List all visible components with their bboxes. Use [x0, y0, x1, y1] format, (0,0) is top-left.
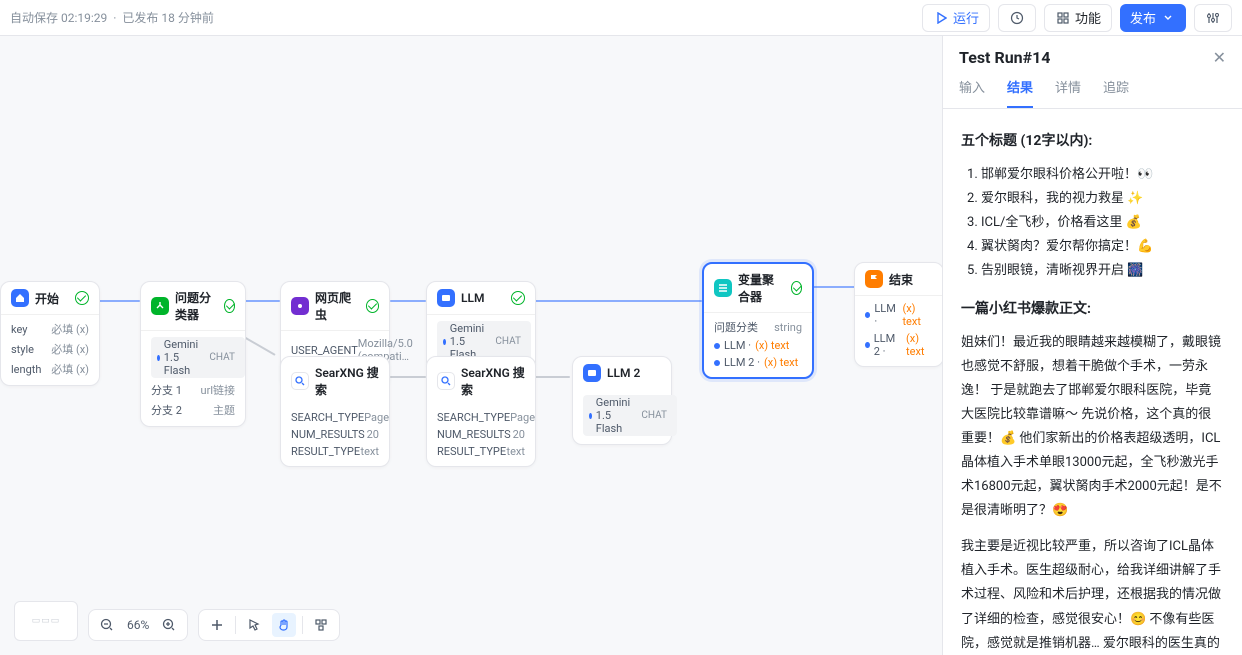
zoom-level: 66% [125, 618, 151, 632]
run-label: 运行 [953, 8, 979, 27]
panel-tabs: 输入 结果 详情 追踪 [943, 67, 1242, 109]
flag-icon [865, 270, 883, 288]
node-llm-2[interactable]: LLM 2 Gemini 1.5 Flash CHAT [572, 356, 672, 445]
topbar-actions: 运行 功能 发布 [922, 4, 1232, 32]
pointer-tool-button[interactable] [242, 613, 266, 637]
close-panel-button[interactable]: ✕ [1213, 48, 1226, 67]
sliders-icon [1205, 10, 1221, 26]
autosave-status: 自动保存 02:19:29 · 已发布 18 分钟前 [10, 9, 214, 26]
node-search-1[interactable]: SearXNG 搜索 SEARCH_TYPEPage NUM_RESULTS20… [280, 356, 390, 467]
node-start[interactable]: 开始 key必填 (x) style必填 (x) length必填 (x) [0, 281, 100, 386]
chevron-down-icon [1160, 10, 1176, 26]
publish-label: 发布 [1130, 8, 1156, 27]
list-item: 邯郸爱尔眼科价格公开啦！👀 [981, 163, 1224, 187]
node-aggregator[interactable]: 变量聚合器 问题分类string LLM · (x) text LLM 2 · … [702, 262, 814, 379]
search-icon [437, 372, 455, 390]
tab-trace[interactable]: 追踪 [1103, 77, 1129, 108]
status-ok-icon [791, 281, 802, 295]
layout-button[interactable] [309, 613, 333, 637]
settings-button[interactable] [1194, 4, 1232, 32]
llm-icon [437, 289, 455, 307]
node-title: SearXNG 搜索 [315, 364, 379, 398]
hand-tool-button[interactable] [272, 613, 296, 637]
list-item: ICL/全飞秒，价格看这里 💰 [981, 211, 1224, 235]
node-title: LLM 2 [607, 366, 640, 380]
tab-detail[interactable]: 详情 [1055, 77, 1081, 108]
tab-result[interactable]: 结果 [1007, 77, 1033, 108]
autosave-time: 自动保存 02:19:29 [10, 9, 107, 26]
node-title: 结束 [889, 271, 913, 288]
status-ok-icon [366, 299, 379, 313]
search-icon [291, 372, 309, 390]
node-title: 开始 [35, 290, 59, 307]
spider-icon [291, 297, 309, 315]
tool-controls [198, 609, 340, 641]
features-label: 功能 [1075, 8, 1101, 27]
node-title: SearXNG 搜索 [461, 364, 525, 398]
play-icon [933, 10, 949, 26]
result-panel: Test Run#14 ✕ 输入 结果 详情 追踪 五个标题 (12字以内): … [942, 36, 1242, 655]
list-item: 爱尔眼科，我的视力救星 ✨ [981, 187, 1224, 211]
status-ok-icon [75, 291, 89, 305]
status-ok-icon [511, 291, 525, 305]
body-heading: 一篇小红书爆款正文: [961, 297, 1224, 323]
node-title: LLM [461, 291, 484, 305]
publish-button[interactable]: 发布 [1120, 4, 1186, 32]
panel-title: Test Run#14 [959, 48, 1050, 67]
body-paragraph: 姐妹们！最近我的眼睛越来越模糊了，戴眼镜也感觉不舒服，想着干脆做个手术，一劳永逸… [961, 331, 1224, 523]
node-end[interactable]: 结束 LLM · (x) text LLM 2 · (x) text [854, 262, 942, 367]
home-icon [11, 289, 29, 307]
top-bar: 自动保存 02:19:29 · 已发布 18 分钟前 运行 功能 发布 [0, 0, 1242, 36]
node-title: 变量聚合器 [738, 271, 785, 305]
list-item: 告别眼镜，清晰视界开启 🎆 [981, 259, 1224, 283]
titles-heading: 五个标题 (12字以内): [961, 129, 1224, 155]
status-ok-icon [224, 299, 235, 313]
branch-icon [151, 297, 169, 315]
separator: · [113, 11, 116, 25]
list-item: 翼状胬肉？爱尔帮你搞定！💪 [981, 235, 1224, 259]
panel-body[interactable]: 五个标题 (12字以内): 邯郸爱尔眼科价格公开啦！👀 爱尔眼科，我的视力救星 … [943, 109, 1242, 655]
grid-icon [1055, 10, 1071, 26]
titles-list: 邯郸爱尔眼科价格公开啦！👀 爱尔眼科，我的视力救星 ✨ ICL/全飞秒，价格看这… [961, 163, 1224, 283]
minimap[interactable]: ▭▭▭ [14, 601, 78, 641]
zoom-controls: 66% [88, 609, 188, 641]
zoom-out-button[interactable] [95, 613, 119, 637]
tab-input[interactable]: 输入 [959, 77, 985, 108]
aggregate-icon [714, 279, 732, 297]
node-classifier[interactable]: 问题分类器 Gemini 1.5 Flash CHAT 分支 1url链接 分支… [140, 281, 246, 427]
node-title: 问题分类器 [175, 289, 218, 323]
node-search-2[interactable]: SearXNG 搜索 SEARCH_TYPEPage NUM_RESULTS20… [426, 356, 536, 467]
model-tag: Gemini 1.5 Flash CHAT [151, 337, 245, 378]
body-paragraph: 我主要是近视比较严重，所以咨询了ICL晶体植入手术。医生超级耐心，给我详细讲解了… [961, 535, 1224, 655]
clock-icon [1009, 10, 1025, 26]
run-button[interactable]: 运行 [922, 4, 990, 32]
canvas-controls: ▭▭▭ 66% [14, 601, 340, 641]
zoom-in-button[interactable] [157, 613, 181, 637]
llm-icon [583, 364, 601, 382]
workflow-canvas[interactable]: 开始 key必填 (x) style必填 (x) length必填 (x) 问题… [0, 36, 942, 655]
model-tag: Gemini 1.5 Flash CHAT [583, 395, 677, 436]
published-ago: 已发布 18 分钟前 [122, 9, 213, 26]
node-title: 网页爬虫 [315, 289, 360, 323]
features-button[interactable]: 功能 [1044, 4, 1112, 32]
add-node-button[interactable] [205, 613, 229, 637]
schedule-button[interactable] [998, 4, 1036, 32]
